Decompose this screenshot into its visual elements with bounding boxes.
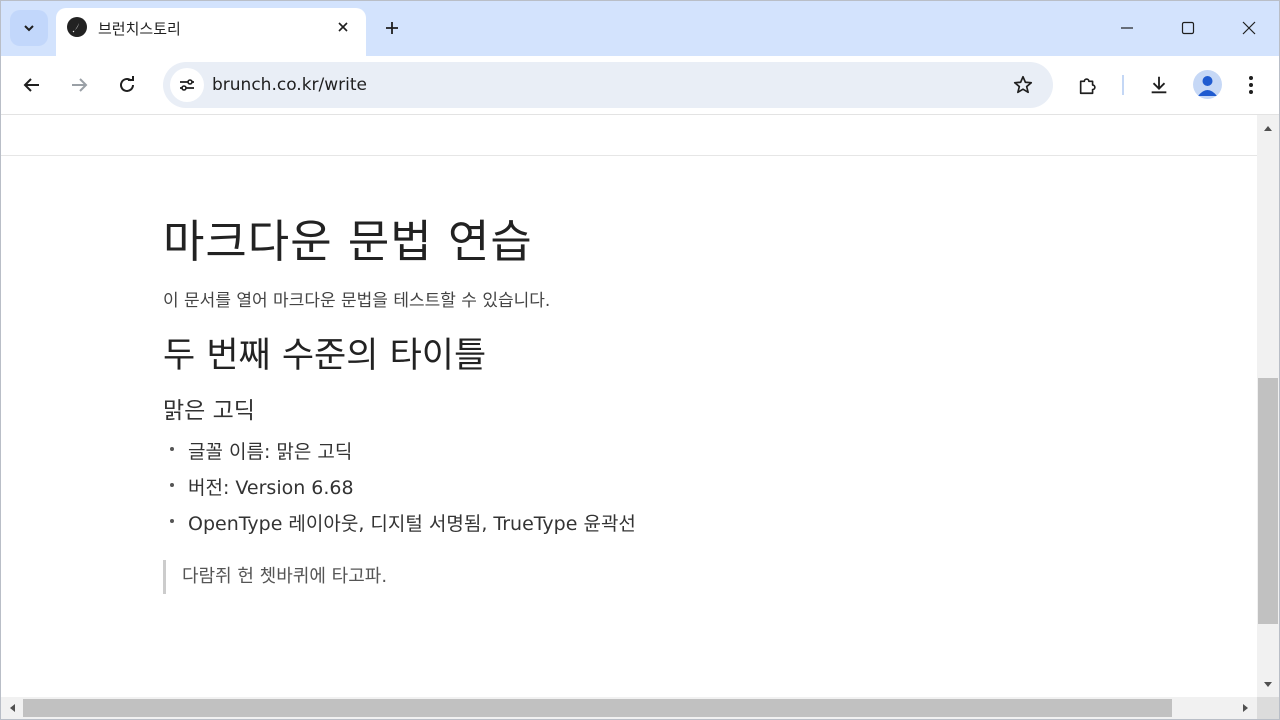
back-button[interactable] [15, 68, 49, 102]
profile-avatar-icon[interactable] [1193, 70, 1222, 99]
forward-arrow-icon [72, 78, 88, 92]
browser-menu-button[interactable] [1233, 67, 1269, 103]
blockquote[interactable]: 다람쥐 헌 쳇바퀴에 타고파. [163, 560, 387, 594]
heading-3[interactable]: 맑은 고딕 [163, 391, 255, 425]
horizontal-scrollbar-thumb[interactable] [23, 699, 1172, 717]
tab-search-button[interactable] [10, 10, 48, 46]
scroll-right-arrow-icon[interactable] [1241, 702, 1251, 714]
tab-title: 브런치스토리 [98, 20, 181, 38]
bullet-dot-icon [170, 483, 174, 487]
active-tab[interactable]: 브런치스토리 [56, 8, 366, 56]
list-item[interactable]: OpenType 레이아웃, 디지털 서명됨, TrueType 윤곽선 [163, 509, 636, 545]
scrollbar-corner [1257, 697, 1279, 719]
site-info-button[interactable] [170, 68, 204, 102]
page-viewport: 마크다운 문법 연습 이 문서를 열어 마크다운 문법을 테스트할 수 있습니다… [1, 115, 1257, 697]
heading-1[interactable]: 마크다운 문법 연습 [163, 205, 533, 270]
tab-strip: 브런치스토리 [1, 1, 1279, 56]
url-text[interactable]: brunch.co.kr/write [212, 75, 367, 95]
address-bar[interactable]: brunch.co.kr/write [163, 62, 1053, 108]
vertical-scrollbar-thumb[interactable] [1258, 378, 1278, 624]
scroll-down-arrow-icon[interactable] [1262, 680, 1274, 690]
star-icon [1013, 75, 1033, 94]
reload-button[interactable] [110, 68, 144, 102]
browser-window: 브런치스토리 brunch.co.kr/write 마크다운 문법 연습 이 문… [0, 0, 1280, 720]
bullet-dot-icon [170, 519, 174, 523]
puzzle-icon [1079, 78, 1096, 95]
browser-toolbar: brunch.co.kr/write [1, 56, 1279, 114]
list-item-text: 버전: Version 6.68 [188, 477, 354, 499]
plus-icon [386, 22, 398, 34]
list-item-text: OpenType 레이아웃, 디지털 서명됨, TrueType 윤곽선 [188, 513, 636, 535]
brunch-pen-icon [67, 17, 87, 37]
tune-icon [180, 79, 194, 91]
list-item[interactable]: 버전: Version 6.68 [163, 473, 636, 509]
bullet-dot-icon [170, 447, 174, 451]
close-tab-button[interactable] [332, 16, 354, 38]
close-window-icon [1242, 21, 1256, 35]
new-tab-button[interactable] [377, 13, 407, 43]
list-item-text: 글꼴 이름: 맑은 고딕 [188, 441, 353, 463]
scroll-left-arrow-icon[interactable] [7, 702, 17, 714]
close-icon [338, 22, 348, 32]
back-arrow-icon [23, 78, 39, 92]
list-item[interactable]: 글꼴 이름: 맑은 고딕 [163, 437, 636, 473]
scroll-up-arrow-icon[interactable] [1262, 123, 1274, 133]
chevron-down-icon [24, 25, 34, 32]
bookmark-button[interactable] [1007, 69, 1039, 101]
forward-button[interactable] [62, 68, 96, 102]
maximize-icon [1181, 21, 1195, 35]
minimize-icon [1121, 27, 1133, 29]
close-window-button[interactable] [1219, 1, 1279, 55]
extensions-button[interactable] [1070, 67, 1106, 103]
toolbar-separator [1122, 75, 1124, 95]
download-icon [1151, 76, 1167, 94]
editor-header-divider [1, 155, 1257, 156]
reload-icon [120, 76, 134, 92]
bullet-list: 글꼴 이름: 맑은 고딕 버전: Version 6.68 OpenType 레… [163, 437, 636, 545]
intro-paragraph[interactable]: 이 문서를 열어 마크다운 문법을 테스트할 수 있습니다. [163, 286, 550, 311]
minimize-button[interactable] [1097, 1, 1157, 55]
maximize-button[interactable] [1158, 1, 1218, 55]
kebab-menu-icon [1249, 76, 1253, 94]
downloads-button[interactable] [1141, 67, 1177, 103]
heading-2[interactable]: 두 번째 수준의 타이틀 [163, 327, 486, 378]
